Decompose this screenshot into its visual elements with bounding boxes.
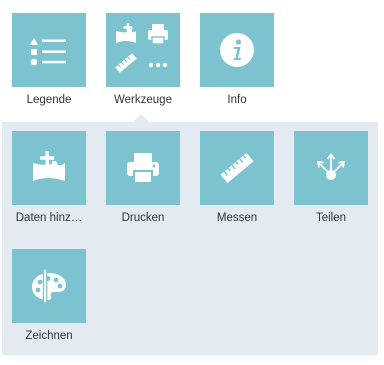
tools-tool-button[interactable] [106,13,180,87]
share-icon [316,153,346,180]
legend-tool-label: Legende [26,94,72,106]
add-data-button[interactable] [12,131,86,205]
tools-tool-label: Werkzeuge [114,94,172,106]
ruler-icon [220,152,254,184]
legend-tool-button[interactable] [12,13,86,87]
draw-button[interactable] [12,249,86,323]
measure-label: Messen [216,212,258,224]
share-button[interactable] [294,131,368,205]
measure-button[interactable] [200,131,274,205]
tools-panel-caret [133,114,149,122]
share-label: Teilen [315,212,347,224]
info-tool-button[interactable] [200,13,274,87]
add-data-label: Daten hinz… [15,212,83,224]
legend-list-icon [30,38,66,66]
palette-icon [32,268,66,304]
tools-grid-icon [115,23,168,73]
info-tool-label: Info [227,94,247,106]
draw-label: Zeichnen [25,330,73,342]
print-button[interactable] [106,131,180,205]
printer-icon [127,153,159,184]
info-icon [220,33,254,67]
print-label: Drucken [121,212,165,224]
add-data-icon [33,151,65,181]
